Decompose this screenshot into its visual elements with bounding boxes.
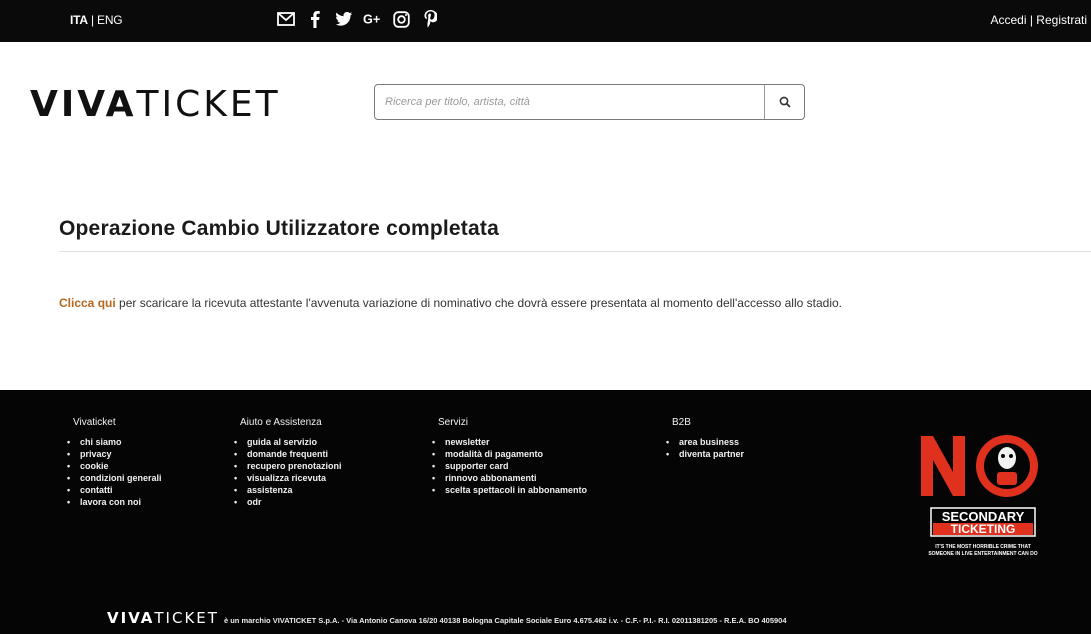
logo-light-part: TICKET xyxy=(136,84,281,125)
pinterest-icon[interactable] xyxy=(421,9,440,29)
no-secondary-ticketing-logo: SECONDARY TICKETING IT'S THE MOST HORRIB… xyxy=(921,435,1038,557)
search-icon xyxy=(779,96,791,108)
footer-link[interactable]: odr xyxy=(234,496,342,508)
social-links: G+ xyxy=(276,9,440,29)
lang-separator: | xyxy=(87,13,98,27)
footer-link[interactable]: lavora con noi xyxy=(67,496,162,508)
footer-column-assistance: Aiuto e Assistenza guida al servizio dom… xyxy=(234,417,342,508)
footer-link[interactable]: assistenza xyxy=(234,484,342,496)
footer-column-services: Servizi newsletter modalità di pagamento… xyxy=(432,417,587,496)
footer-column-title: Aiuto e Assistenza xyxy=(240,417,322,428)
title-divider xyxy=(59,251,1091,252)
account-links[interactable]: Accedi | Registrati xyxy=(991,13,1088,27)
instagram-icon[interactable] xyxy=(392,9,411,29)
footer-link[interactable]: privacy xyxy=(67,448,162,460)
footer-logo-light: TICKET xyxy=(154,609,219,627)
download-receipt-link[interactable]: Clicca qui xyxy=(59,296,116,310)
search-button[interactable] xyxy=(764,85,804,119)
logo-bold-part: VIVA xyxy=(30,84,137,125)
confirmation-message: Clicca qui per scaricare la ricevuta att… xyxy=(59,296,842,310)
footer-link[interactable]: diventa partner xyxy=(666,448,744,460)
language-switcher: ITA | ENG xyxy=(70,13,123,27)
footer-link[interactable]: modalità di pagamento xyxy=(432,448,587,460)
vivaticket-logo[interactable]: VIVATICKET xyxy=(30,84,281,125)
footer-link[interactable]: newsletter xyxy=(432,436,587,448)
message-text: per scaricare la ricevuta attestante l'a… xyxy=(115,296,842,310)
footer-column-title: Vivaticket xyxy=(73,417,116,428)
footer-column-b2b: B2B area business diventa partner xyxy=(666,417,744,460)
svg-text:G+: G+ xyxy=(363,13,380,27)
footer-link[interactable]: visualizza ricevuta xyxy=(234,472,342,484)
nost-tagline-2: SOMEONE IN LIVE ENTERTAINMENT CAN DO xyxy=(928,551,1037,557)
footer-link[interactable]: scelta spettacoli in abbonamento xyxy=(432,484,587,496)
footer-column-title: B2B xyxy=(672,417,691,428)
footer-legal-line: VIVATICKET è un marchio VIVATICKET S.p.A… xyxy=(107,609,787,627)
footer-link[interactable]: area business xyxy=(666,436,744,448)
footer-link[interactable]: recupero prenotazioni xyxy=(234,460,341,472)
footer: Vivaticket chi siamo privacy cookie cond… xyxy=(0,390,1091,634)
search-bar xyxy=(374,84,805,120)
mail-icon[interactable] xyxy=(276,9,295,29)
footer-link[interactable]: rinnovo abbonamenti xyxy=(432,472,587,484)
footer-link[interactable]: cookie xyxy=(67,460,162,472)
footer-link[interactable]: contatti xyxy=(67,484,162,496)
footer-link[interactable]: condizioni generali xyxy=(67,472,161,484)
footer-column-vivaticket: Vivaticket chi siamo privacy cookie cond… xyxy=(67,417,162,508)
footer-column-title: Servizi xyxy=(438,417,469,428)
footer-link[interactable]: supporter card xyxy=(432,460,587,472)
nost-line2: TICKETING xyxy=(951,522,1016,536)
footer-logo-bold: VIVA xyxy=(107,609,155,627)
footer-link[interactable]: guida al servizio xyxy=(234,436,342,448)
twitter-icon[interactable] xyxy=(334,9,353,29)
lang-eng[interactable]: ENG xyxy=(97,13,123,27)
search-input[interactable] xyxy=(375,85,764,119)
footer-link[interactable]: chi siamo xyxy=(67,436,162,448)
facebook-icon[interactable] xyxy=(305,9,324,29)
lang-ita[interactable]: ITA xyxy=(70,13,88,27)
nost-tagline-1: IT'S THE MOST HORRIBLE CRIME THAT xyxy=(935,544,1031,550)
footer-logo: VIVATICKET xyxy=(107,609,219,627)
top-bar: ITA | ENG G+ Accedi | Registrati xyxy=(0,0,1091,42)
footer-link[interactable]: domande frequenti xyxy=(234,448,342,460)
page-title: Operazione Cambio Utilizzatore completat… xyxy=(59,217,499,240)
legal-text: è un marchio VIVATICKET S.p.A. - Via Ant… xyxy=(223,616,787,625)
google-plus-icon[interactable]: G+ xyxy=(363,9,382,29)
